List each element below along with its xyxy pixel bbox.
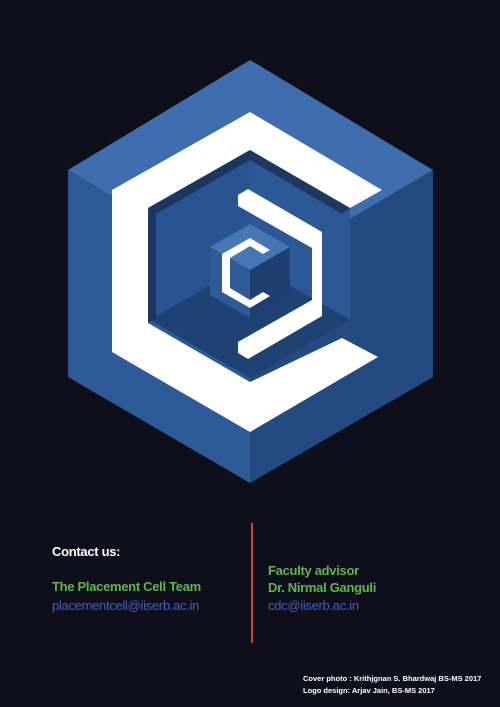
hexagon-c-logo-icon (68, 60, 433, 483)
cover-photo-credit: Cover photo : Krithjgnan S. Bhardwaj BS-… (303, 674, 482, 683)
team-email-link[interactable]: placementcell@iiserb.ac.in (52, 598, 199, 613)
team-name: The Placement Cell Team (52, 579, 201, 594)
faculty-role: Faculty advisor (268, 563, 359, 578)
faculty-name: Dr. Nirmal Ganguli (268, 580, 377, 595)
contact-title: Contact us: (52, 544, 121, 559)
vertical-divider (251, 523, 253, 643)
faculty-email-link[interactable]: cdc@iiserb.ac.in (268, 598, 359, 613)
logo-design-credit: Logo design: Arjav Jain, BS-MS 2017 (303, 686, 435, 695)
